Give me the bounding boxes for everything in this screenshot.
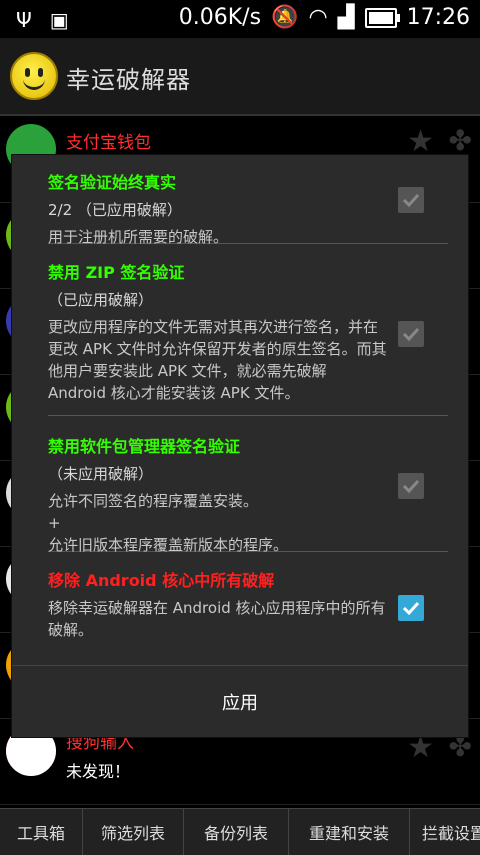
smiley-icon[interactable] <box>10 52 58 100</box>
app-name: 支付宝钱包 <box>66 133 151 153</box>
option-remove-all-core-patches[interactable]: 移除 Android 核心中所有破解 移除幸运破解器在 Android 核心应用… <box>48 567 448 639</box>
tab-filter-list[interactable]: 筛选列表 <box>83 809 184 855</box>
patch-dialog: 签名验证始终真实 2/2 （已应用破解） 用于注册机所需要的破解。 禁用 ZIP… <box>12 155 468 737</box>
option-title: 禁用 ZIP 签名验证 <box>48 263 185 282</box>
option-checkbox[interactable] <box>398 321 424 347</box>
option-status: （已应用破解） <box>48 291 154 309</box>
star-icon: ★ <box>407 124 434 159</box>
apply-button[interactable]: 应用 <box>12 666 468 737</box>
option-title: 移除 Android 核心中所有破解 <box>48 571 275 590</box>
option-description-line: + <box>48 514 61 532</box>
image-icon: ▣ <box>49 8 69 32</box>
app-bar: 幸运破解器 <box>0 38 480 116</box>
battery-icon <box>364 7 400 28</box>
check-icon <box>402 193 420 208</box>
option-description-line: 允许旧版本程序覆盖新版本的程序。 <box>48 536 289 554</box>
tab-intercept-settings[interactable]: 拦截设置 <box>410 809 480 855</box>
check-icon <box>402 479 420 494</box>
option-disable-zip-verify[interactable]: 禁用 ZIP 签名验证 （已应用破解） 更改应用程序的文件无需对其再次进行签名，… <box>48 259 448 416</box>
signal-icon: ▟ <box>337 5 355 30</box>
app-title: 幸运破解器 <box>66 66 191 94</box>
net-speed: 0.06K/s <box>178 5 262 30</box>
clover-icon: ✤ <box>448 124 472 157</box>
option-description: 移除幸运破解器在 Android 核心应用程序中的所有破解。 <box>48 599 386 639</box>
option-checkbox[interactable] <box>398 473 424 499</box>
option-signature-always-true[interactable]: 签名验证始终真实 2/2 （已应用破解） 用于注册机所需要的破解。 <box>48 169 448 246</box>
wifi-icon: ◠ <box>308 5 328 30</box>
option-title: 签名验证始终真实 <box>48 173 177 192</box>
status-system: 0.06K/s 🔕 ◠ ▟ 17:26 <box>179 5 470 30</box>
usb-icon: Ψ <box>16 8 32 32</box>
option-checkbox[interactable] <box>398 187 424 213</box>
option-description-line: 允许不同签名的程序覆盖安装。 <box>48 492 259 510</box>
tab-rebuild-install[interactable]: 重建和安装 <box>289 809 410 855</box>
option-status: （未应用破解） <box>48 465 154 483</box>
option-status: 2/2 （已应用破解） <box>48 201 182 219</box>
check-icon <box>402 601 420 616</box>
mute-icon: 🔕 <box>271 5 299 30</box>
option-title: 禁用软件包管理器签名验证 <box>48 437 241 456</box>
check-icon <box>402 327 420 342</box>
clock: 17:26 <box>406 5 470 30</box>
option-description: 更改应用程序的文件无需对其再次进行签名，并在更改 APK 文件时允许保留开发者的… <box>48 318 387 402</box>
status-notifications: Ψ ▣ <box>16 8 69 32</box>
app-status: 未发现！ <box>66 762 131 781</box>
status-bar: Ψ ▣ 0.06K/s 🔕 ◠ ▟ 17:26 <box>0 0 480 38</box>
tab-toolbox[interactable]: 工具箱 <box>0 809 83 855</box>
tab-backup-list[interactable]: 备份列表 <box>184 809 289 855</box>
bottom-tab-bar: 工具箱 筛选列表 备份列表 重建和安装 拦截设置 <box>0 808 480 855</box>
option-description: 用于注册机所需要的破解。 <box>48 228 229 246</box>
option-disable-pm-verify[interactable]: 禁用软件包管理器签名验证 （未应用破解） 允许不同签名的程序覆盖安装。 + 允许… <box>48 433 448 554</box>
option-checkbox-checked[interactable] <box>398 595 424 621</box>
